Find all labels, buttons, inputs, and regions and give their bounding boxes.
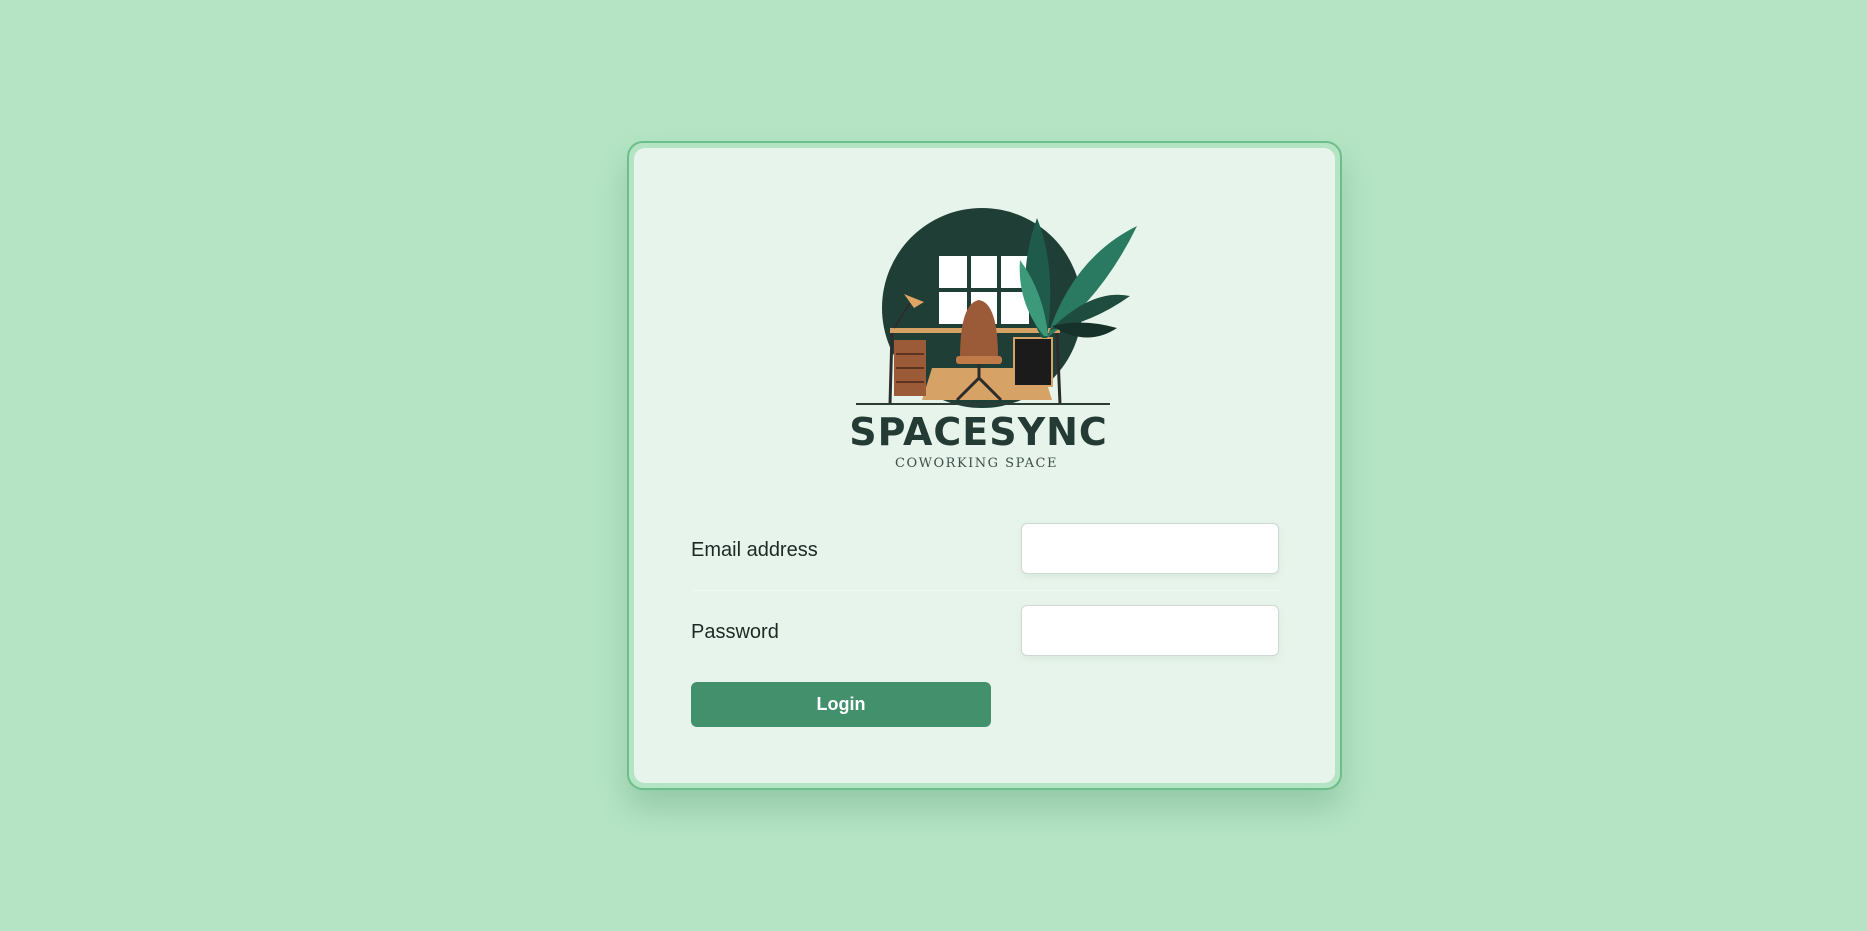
coworking-desk-illustration-icon <box>856 208 1137 408</box>
email-field[interactable] <box>1021 523 1279 574</box>
login-card: SPACESYNC COWORKING SPACE Email address … <box>634 148 1335 783</box>
email-label: Email address <box>691 539 818 561</box>
login-button[interactable]: Login <box>691 682 991 727</box>
brand-name: SPACESYNC <box>849 410 1108 454</box>
login-card-frame: SPACESYNC COWORKING SPACE Email address … <box>627 141 1342 790</box>
password-field[interactable] <box>1021 605 1279 656</box>
password-label: Password <box>691 621 779 643</box>
email-row: Email address <box>691 518 1280 591</box>
password-row: Password <box>691 600 1280 672</box>
brand-tagline: COWORKING SPACE <box>895 456 1058 471</box>
